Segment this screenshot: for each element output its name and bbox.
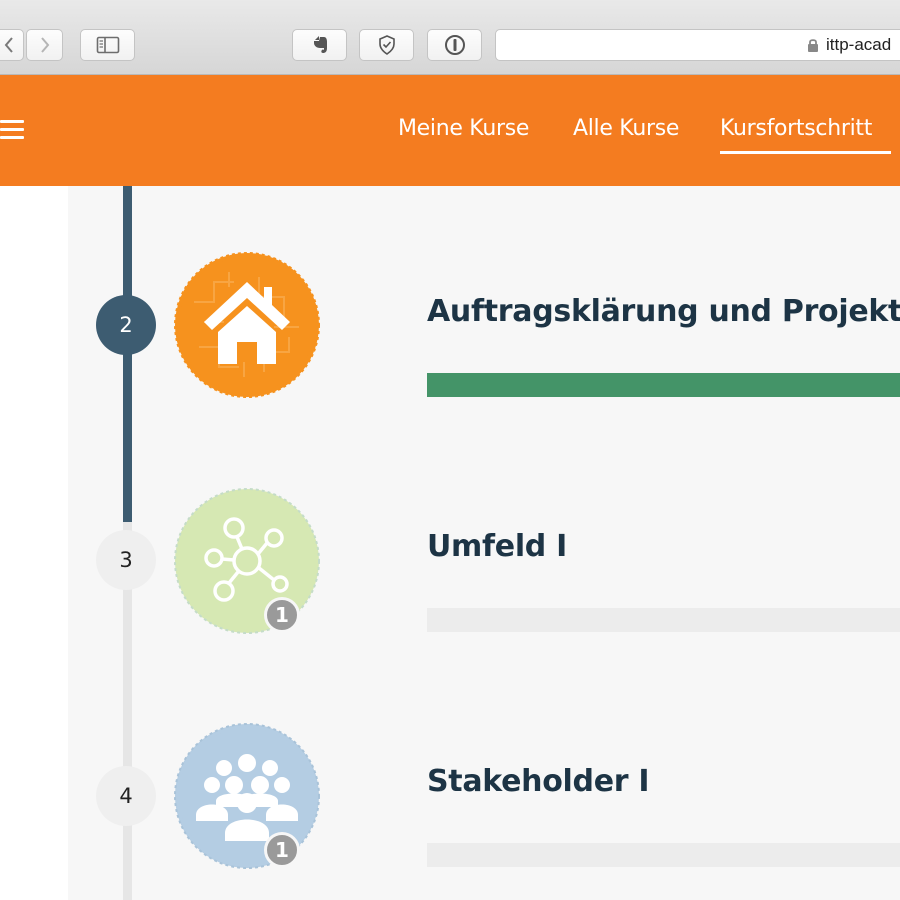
nav-meine-kurse[interactable]: Meine Kurse <box>398 116 529 141</box>
step-number-4: 4 <box>96 766 156 826</box>
shield-extension-button[interactable] <box>359 29 414 61</box>
back-button[interactable] <box>0 29 24 61</box>
notification-count-4: 1 <box>264 832 300 868</box>
back-icon <box>4 37 13 53</box>
module-title-4[interactable]: Stakeholder I <box>427 764 650 799</box>
password-extension-button[interactable] <box>427 29 482 61</box>
module-progress-fill-2 <box>427 373 900 397</box>
forward-icon <box>40 37 49 53</box>
forward-button[interactable] <box>26 29 63 61</box>
password-icon <box>444 35 465 55</box>
url-text: ittp-acad <box>826 35 892 54</box>
notification-count-3: 1 <box>264 597 300 633</box>
step-number-3: 3 <box>96 530 156 590</box>
active-nav-underline <box>720 151 891 154</box>
nav-kursfortschritt[interactable]: Kursfortschritt <box>720 116 872 141</box>
evernote-icon <box>313 36 327 53</box>
sidebar-button[interactable] <box>80 29 135 61</box>
module-title-3[interactable]: Umfeld I <box>427 529 567 564</box>
step-number-2: 2 <box>96 295 156 355</box>
house-icon[interactable] <box>174 252 320 398</box>
lock-icon <box>808 39 818 52</box>
sidebar-icon <box>96 36 119 54</box>
module-progress-bar-2 <box>427 373 900 397</box>
nav-alle-kurse[interactable]: Alle Kurse <box>573 116 679 141</box>
evernote-extension-button[interactable] <box>292 29 347 61</box>
module-title-2[interactable]: Auftragsklärung und Projekt <box>427 294 900 329</box>
browser-toolbar: ittp-acad <box>0 0 900 75</box>
hamburger-icon[interactable] <box>0 120 24 140</box>
module-progress-bar-3 <box>427 608 900 632</box>
shield-icon <box>378 35 395 55</box>
address-bar[interactable]: ittp-acad <box>495 29 900 61</box>
module-progress-bar-4 <box>427 843 900 867</box>
